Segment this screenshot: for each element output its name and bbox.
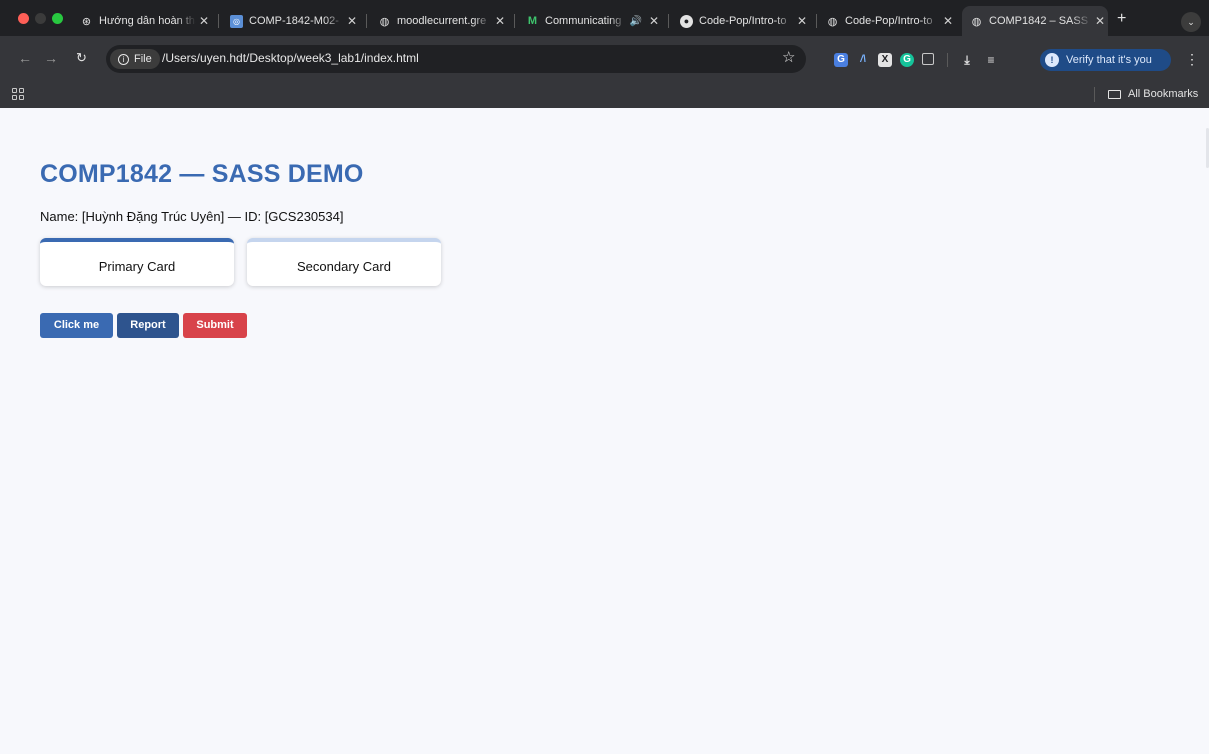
url-text[interactable]: /Users/uyen.hdt/Desktop/week3_lab1/index… [162, 51, 419, 65]
reading-list-icon[interactable]: ≡ [984, 53, 998, 67]
secondary-card-label: Secondary Card [297, 259, 391, 274]
tab-search-button[interactable]: ⌄ [1181, 12, 1201, 32]
tab-divider [514, 14, 515, 28]
folder-icon [1108, 89, 1121, 99]
tab-divider [816, 14, 817, 28]
maximize-window-button[interactable] [52, 13, 63, 24]
profile-verify-button[interactable]: ! Verify that it's you [1040, 49, 1171, 71]
close-tab-icon[interactable]: ✕ [1092, 14, 1108, 28]
globe-icon: ◍ [827, 15, 838, 28]
tab-3[interactable]: ◍ moodlecurrent.gre ✕ [370, 8, 508, 34]
browser-chrome: ⊛ Hướng dẫn hoàn thành ✕ ◎ COMP-1842-M02… [0, 0, 1209, 108]
back-icon[interactable]: ← [18, 50, 32, 66]
tab-title: Code-Pop/Intro-to [845, 15, 933, 27]
address-bar[interactable]: i File /Users/uyen.hdt/Desktop/week3_lab… [106, 45, 806, 73]
translate-extension-icon[interactable]: G [834, 53, 848, 67]
moodle-icon: ◎ [230, 14, 243, 28]
tab-title: COMP1842 – SASS [989, 15, 1089, 27]
minimize-window-button[interactable] [35, 13, 46, 24]
grammarly-icon[interactable]: G [900, 53, 914, 67]
site-info-label: File [134, 53, 152, 65]
tab-strip: ⊛ Hướng dẫn hoàn thành ✕ ◎ COMP-1842-M02… [0, 0, 1209, 36]
close-window-button[interactable] [18, 13, 29, 24]
toolbar: ← → ↻ i File /Users/uyen.hdt/Desktop/wee… [0, 36, 1209, 82]
reload-icon[interactable]: ↻ [76, 50, 87, 66]
tab-divider [366, 14, 367, 28]
ai-extension-icon[interactable]: /\ [856, 53, 870, 67]
info-icon: i [118, 53, 129, 65]
extensions-puzzle-icon[interactable] [922, 53, 934, 65]
secondary-card: Secondary Card [247, 238, 441, 286]
tab-title: COMP-1842-M02- [249, 15, 339, 27]
tab-divider [218, 14, 219, 28]
report-button[interactable]: Report [117, 313, 179, 338]
tab-title: moodlecurrent.gre [397, 15, 487, 27]
audio-playing-icon[interactable]: 🔊 [630, 16, 642, 27]
github-icon: ● [680, 14, 693, 28]
close-tab-icon[interactable]: ✕ [196, 14, 212, 28]
toolbar-divider [947, 53, 948, 67]
globe-icon: ◍ [379, 15, 390, 28]
verify-label: Verify that it's you [1066, 54, 1152, 66]
page-content: COMP1842 — SASS DEMO Name: [Huỳnh Đặng T… [0, 108, 1209, 754]
tab-1[interactable]: ⊛ Hướng dẫn hoàn thành ✕ [72, 8, 212, 34]
globe-icon: ◍ [971, 15, 982, 28]
student-info: Name: [Huỳnh Đặng Trúc Uyên] — ID: [GCS2… [40, 209, 344, 224]
close-tab-icon[interactable]: ✕ [940, 14, 956, 28]
download-icon[interactable]: ⤓ [960, 53, 974, 67]
x-extension-icon[interactable]: X [878, 53, 892, 67]
tab-title: Hướng dẫn hoàn thành [99, 15, 196, 27]
m-logo-icon: M [527, 15, 538, 27]
all-bookmarks-button[interactable]: All Bookmarks [1108, 88, 1198, 100]
tab-4[interactable]: M Communicating 🔊 ✕ [518, 8, 662, 34]
tab-5[interactable]: ● Code-Pop/Intro-to ✕ [672, 8, 810, 34]
forward-icon[interactable]: → [44, 50, 58, 66]
profile-avatar-icon: ! [1045, 53, 1059, 67]
tab-6[interactable]: ◍ Code-Pop/Intro-to ✕ [818, 8, 956, 34]
openai-icon: ⊛ [81, 15, 92, 28]
close-tab-icon[interactable]: ✕ [646, 14, 662, 28]
site-info-button[interactable]: i File [110, 49, 160, 69]
page-title: COMP1842 — SASS DEMO [40, 160, 364, 188]
primary-card-label: Primary Card [98, 259, 176, 274]
tab-title: Code-Pop/Intro-to [699, 15, 787, 27]
bookmark-star-icon[interactable]: ☆ [782, 49, 795, 67]
bookmarks-bar: All Bookmarks [0, 82, 1209, 108]
click-me-button[interactable]: Click me [40, 313, 113, 338]
close-tab-icon[interactable]: ✕ [794, 14, 810, 28]
all-bookmarks-label: All Bookmarks [1128, 88, 1199, 100]
bookmarks-divider [1094, 87, 1095, 102]
tab-divider [668, 14, 669, 28]
new-tab-button[interactable]: + [1117, 11, 1126, 27]
tab-2[interactable]: ◎ COMP-1842-M02- ✕ [222, 8, 360, 34]
close-tab-icon[interactable]: ✕ [344, 14, 360, 28]
close-tab-icon[interactable]: ✕ [492, 14, 508, 28]
more-menu-icon[interactable]: ⋮ [1185, 51, 1199, 67]
tab-title: Communicating [545, 15, 622, 27]
primary-card: Primary Card [40, 238, 234, 286]
apps-grid-icon[interactable] [12, 88, 24, 100]
tab-active[interactable]: ◍ COMP1842 – SASS ✕ [962, 6, 1108, 36]
submit-button[interactable]: Submit [183, 313, 247, 338]
